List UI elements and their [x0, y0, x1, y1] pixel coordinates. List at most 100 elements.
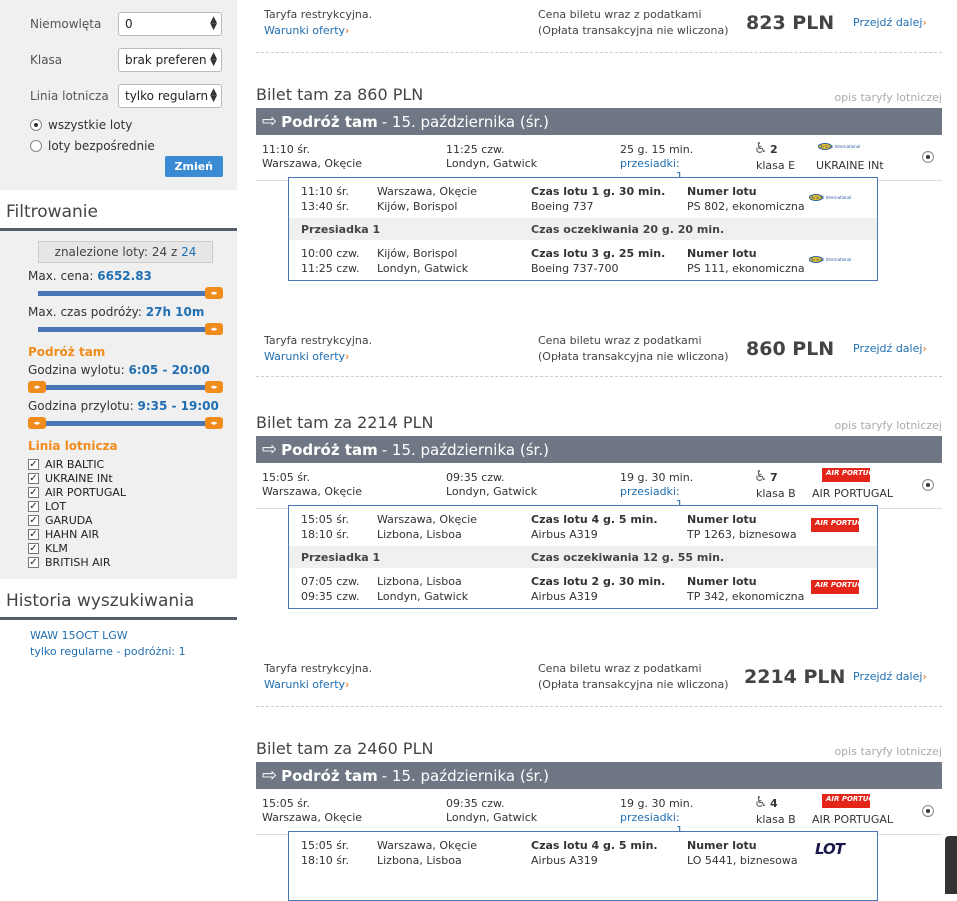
airline-filter-label: AIR PORTUGAL	[45, 485, 126, 499]
slider-handle-icon[interactable]: ◂▸	[28, 417, 46, 429]
transfers-link[interactable]: przesiadki: 1	[620, 485, 683, 511]
tap-portugal-logo: AIR PORTUGAL	[811, 580, 873, 594]
airline-filter-checkbox[interactable]: ✓ LOT	[28, 499, 225, 513]
ticket-title: Bilet tam za 2460 PLN	[256, 739, 434, 758]
radio-direct-flights[interactable]: loty bezpośrednie	[30, 135, 225, 156]
flight-summary[interactable]: 15:05 śr. Warszawa, Okęcie 09:35 czw. Lo…	[256, 789, 942, 837]
airline-filter-checkbox[interactable]: ✓ BRITISH AIR	[28, 555, 225, 569]
airline-filter-label: HAHN AIR	[45, 527, 100, 541]
scrollbar-thumb[interactable]	[945, 836, 957, 894]
airline-filter-checkbox[interactable]: ✓ AIR PORTUGAL	[28, 485, 225, 499]
ticket-card: Bilet tam za 2214 PLN opis taryfy lotnicz…	[256, 410, 942, 609]
proceed-link[interactable]: Przejdź dalej ›	[853, 342, 927, 355]
radio-unchecked-icon	[30, 139, 42, 152]
tap-portugal-logo: AIR PORTUGAL	[822, 468, 884, 482]
history-heading: Historia wyszukiwania	[0, 579, 237, 620]
segment: 15:05 śr. 18:10 śr. Warszawa, Okęcie Liz…	[301, 839, 845, 867]
airline-filter-checkbox[interactable]: ✓ HAHN AIR	[28, 527, 225, 541]
history-link-options[interactable]: tylko regularne - podróżni: 1	[30, 644, 237, 660]
ukraine-intl-logo: Ukraine International	[818, 142, 861, 150]
fare-description-link[interactable]: opis taryfy lotniczej	[834, 91, 942, 104]
search-history: WAW 15OCT LGW tylko regularne - podróżni…	[0, 620, 237, 660]
flight-details: 15:05 śr. 18:10 śr. Warszawa, Okęcie Liz…	[288, 505, 878, 609]
sidebar: Niemowlęta 0 ▲ ▼ Klasa brak preferen ▲ ▼ Lin…	[0, 0, 237, 660]
segment: 15:05 śr. 18:10 śr. Warszawa, Okęcie Liz…	[301, 513, 874, 541]
max-price-slider[interactable]: ◂▸	[38, 287, 223, 299]
ukraine-intl-logo: Ukraine International	[809, 255, 852, 263]
slider-handle-icon[interactable]: ◂▸	[205, 417, 223, 429]
airline-filter-label: BRITISH AIR	[45, 555, 111, 569]
airline-filter-checkbox[interactable]: ✓ GARUDA	[28, 513, 225, 527]
proceed-link[interactable]: Przejdź dalej ›	[853, 670, 927, 683]
change-button[interactable]: Zmień	[164, 156, 223, 177]
arrow-right-icon: ⇨	[262, 765, 278, 786]
slider-handle-icon[interactable]: ◂▸	[205, 381, 223, 393]
filter-heading: Filtrowanie	[0, 190, 237, 231]
dep-time-label: Godzina wylotu: 6:05 - 20:00	[28, 363, 210, 377]
history-link-route[interactable]: WAW 15OCT LGW	[30, 628, 237, 644]
arrow-right-icon: ⇨	[262, 439, 278, 460]
checkbox-checked-icon: ✓	[28, 514, 39, 526]
price: 860 PLN	[746, 338, 835, 360]
segment: 07:05 czw. 09:35 czw. Lizbona, Lisboa Lo…	[301, 575, 874, 603]
lot-logo: LOT	[815, 840, 845, 858]
search-form: Niemowlęta 0 ▲ ▼ Klasa brak preferen ▲ ▼ Lin…	[0, 0, 237, 190]
radio-all-flights[interactable]: wszystkie loty	[30, 114, 225, 135]
trip-bar: ⇨ Podróż tam - 15. października (śr.)	[256, 108, 942, 135]
proceed-link[interactable]: Przejdź dalej ›	[853, 16, 927, 29]
select-flight-radio[interactable]	[922, 151, 934, 163]
flight-summary[interactable]: 15:05 śr. Warszawa, Okęcie 09:35 czw. Lo…	[256, 463, 942, 511]
select-flight-radio[interactable]	[922, 479, 934, 491]
ticket-title: Bilet tam za 860 PLN	[256, 85, 424, 104]
trip-bar: ⇨ Podróż tam - 15. października (śr.)	[256, 436, 942, 463]
slider-handle-icon[interactable]: ◂▸	[205, 323, 223, 335]
outbound-heading: Podróż tam	[28, 345, 106, 359]
arr-time-slider[interactable]: ◂▸ ◂▸	[28, 417, 223, 429]
transfers-link[interactable]: przesiadki: 1	[620, 811, 683, 837]
infants-select[interactable]: 0 ▲ ▼	[118, 12, 222, 36]
checkbox-checked-icon: ✓	[28, 472, 39, 484]
flight-details: 15:05 śr. 18:10 śr. Warszawa, Okęcie Liz…	[288, 831, 878, 901]
ticket-card: Bilet tam za 2460 PLN opis taryfy lotnicz…	[256, 736, 942, 901]
segment: 11:10 śr. 13:40 śr. Warszawa, Okęcie Kij…	[289, 178, 877, 218]
class-select[interactable]: brak preferen ▲ ▼	[118, 48, 222, 72]
ticket-title: Bilet tam za 2214 PLN	[256, 413, 434, 432]
flight-summary[interactable]: 11:10 śr. Warszawa, Okęcie 11:25 czw. Lo…	[256, 135, 942, 183]
select-flight-radio[interactable]	[922, 805, 934, 817]
fare-description-link[interactable]: opis taryfy lotniczej	[834, 419, 942, 432]
offer-terms-link[interactable]: Warunki oferty ›	[264, 350, 349, 363]
ukraine-intl-logo: Ukraine International	[809, 193, 852, 201]
checkbox-checked-icon: ✓	[28, 542, 39, 554]
seat-icon: ♿	[754, 793, 768, 811]
price: 2214 PLN	[744, 666, 846, 688]
class-label: Klasa	[30, 53, 63, 67]
airline-filter-checkbox[interactable]: ✓ UKRAINE INt	[28, 471, 225, 485]
airline-filter-checkbox[interactable]: ✓ KLM	[28, 541, 225, 555]
transfers-link[interactable]: przesiadki: 1	[620, 157, 683, 183]
flight-details: 11:10 śr. 13:40 śr. Warszawa, Okęcie Kij…	[288, 177, 878, 281]
checkbox-checked-icon: ✓	[28, 500, 39, 512]
infants-label: Niemowlęta	[30, 17, 102, 31]
fare-row: Taryfa restrykcyjna. Warunki oferty › Ce…	[264, 334, 927, 363]
slider-handle-icon[interactable]: ◂▸	[205, 287, 223, 299]
price: 823 PLN	[746, 12, 835, 34]
slider-handle-icon[interactable]: ◂▸	[28, 381, 46, 393]
max-time-label: Max. czas podróży: 27h 10m	[28, 305, 205, 319]
transfer-row: Przesiadka 1 Czas oczekiwania 12 g. 55 m…	[289, 546, 877, 568]
trip-bar: ⇨ Podróż tam - 15. października (śr.)	[256, 762, 942, 789]
fare-description-link[interactable]: opis taryfy lotniczej	[834, 745, 942, 758]
dep-time-slider[interactable]: ◂▸ ◂▸	[28, 381, 223, 393]
select-arrows-icon: ▲ ▼	[210, 15, 217, 32]
airline-filter-label: KLM	[45, 541, 68, 555]
offer-terms-link[interactable]: Warunki oferty ›	[264, 678, 349, 691]
select-arrows-icon: ▲ ▼	[210, 87, 217, 104]
airline-filter-checkbox[interactable]: ✓ AIR BALTIC	[28, 457, 225, 471]
checkbox-checked-icon: ✓	[28, 528, 39, 540]
offer-terms-link[interactable]: Warunki oferty ›	[264, 24, 349, 37]
select-arrows-icon: ▲ ▼	[210, 51, 217, 68]
airline-select[interactable]: tylko regularn ▲ ▼	[118, 84, 222, 108]
tap-portugal-logo: AIR PORTUGAL	[811, 518, 873, 532]
arrow-right-icon: ⇨	[262, 111, 278, 132]
airline-label: Linia lotnicza	[30, 89, 109, 103]
max-time-slider[interactable]: ◂▸	[38, 323, 223, 335]
